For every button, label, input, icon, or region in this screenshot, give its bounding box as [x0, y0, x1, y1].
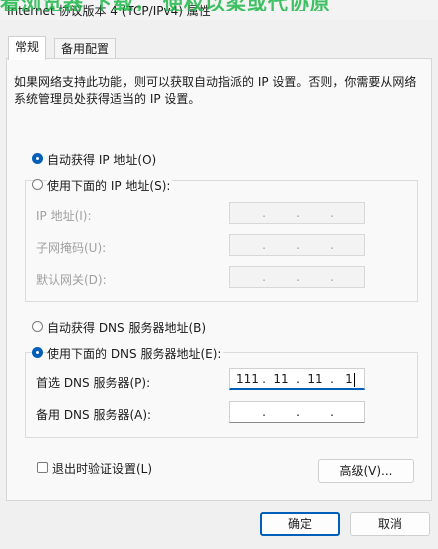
tab-general-label: 常规 — [15, 40, 40, 54]
ip-dot: . — [296, 372, 300, 386]
ip-address-label: IP 地址(I): — [36, 209, 92, 223]
preferred-dns-octet-1: 111 — [236, 372, 259, 386]
default-gateway-input[interactable]: . . . — [229, 266, 365, 288]
alternate-dns-input[interactable]: . . . — [229, 401, 365, 423]
ip-auto-radio[interactable] — [32, 153, 43, 164]
validate-label[interactable]: 退出时验证设置(L) — [52, 460, 152, 477]
cancel-button[interactable]: 取消 — [350, 512, 430, 536]
ip-dot: . — [262, 405, 266, 419]
preferred-dns-octet-2: 11 — [273, 372, 289, 386]
ip-auto-label[interactable]: 自动获得 IP 地址(O) — [47, 151, 156, 168]
ip-dot: . — [296, 405, 300, 419]
dns-manual-radio[interactable] — [32, 347, 43, 358]
ip-dot: . — [330, 405, 334, 419]
description-text: 如果网络支持此功能，则可以获取自动指派的 IP 设置。否则，你需要从网络系统管理… — [14, 75, 417, 106]
tab-general[interactable]: 常规 — [8, 36, 47, 60]
ip-dot: . — [262, 372, 266, 386]
ip-address-input[interactable]: . . . — [229, 202, 365, 224]
ip-dot: . — [330, 270, 334, 284]
ip-dot: . — [262, 270, 266, 284]
alternate-dns-label: 备用 DNS 服务器(A): — [36, 408, 152, 422]
dns-manual-label[interactable]: 使用下面的 DNS 服务器地址(E): — [47, 345, 224, 362]
dns-auto-label[interactable]: 自动获得 DNS 服务器地址(B) — [47, 319, 206, 336]
advanced-button[interactable]: 高级(V)... — [318, 459, 414, 483]
subnet-mask-label: 子网掩码(U): — [36, 241, 107, 255]
preferred-dns-label: 首选 DNS 服务器(P): — [36, 376, 151, 390]
text-caret — [354, 373, 355, 387]
ip-dot: . — [262, 238, 266, 252]
validate-checkbox[interactable] — [37, 462, 48, 473]
tab-alternate-config[interactable]: 备用配置 — [54, 38, 117, 59]
window-title: Internet 协议版本 4 (TCP/IPv4) 属性 — [7, 4, 211, 18]
dns-settings-group — [25, 352, 418, 438]
ip-dot: . — [296, 270, 300, 284]
ip-manual-label[interactable]: 使用下面的 IP 地址(S): — [47, 177, 173, 194]
ip-dot: . — [330, 238, 334, 252]
preferred-dns-input[interactable]: 111 . 11 . 11 . 1 — [229, 368, 365, 390]
ip-dot: . — [262, 206, 266, 220]
ip-manual-radio[interactable] — [32, 179, 43, 190]
ip-dot: . — [330, 372, 334, 386]
preferred-dns-octet-3: 11 — [307, 372, 323, 386]
subnet-mask-input[interactable]: . . . — [229, 234, 365, 256]
default-gateway-label: 默认网关(D): — [36, 273, 107, 287]
preferred-dns-octet-4: 1 — [345, 372, 353, 386]
ip-dot: . — [296, 206, 300, 220]
tab-alternate-config-label: 备用配置 — [61, 42, 110, 56]
ok-button[interactable]: 确定 — [260, 512, 340, 536]
ip-dot: . — [330, 206, 334, 220]
ip-dot: . — [296, 238, 300, 252]
dns-auto-radio[interactable] — [32, 321, 43, 332]
